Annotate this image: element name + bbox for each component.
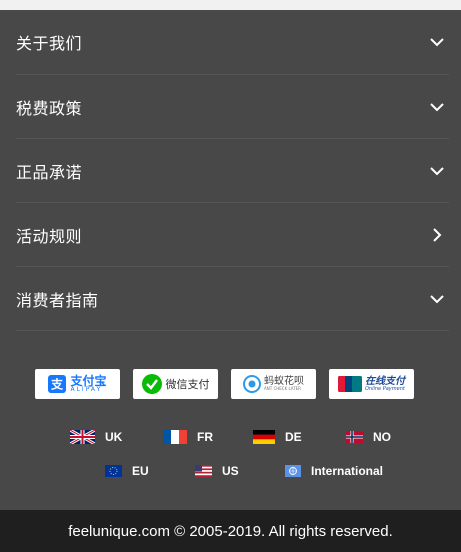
unionpay-text: 在线支付 — [365, 375, 405, 387]
menu-item-tax-policy[interactable]: 税费政策 — [0, 75, 461, 139]
region-uk-link[interactable]: UK — [70, 429, 122, 445]
region-no-link[interactable]: NO — [346, 429, 391, 445]
huabei-logo: 蚂蚁花呗 ANT CHECK LATER — [231, 369, 316, 399]
norway-flag-icon — [346, 431, 363, 443]
unionpay-logo: 在线支付 Online Payment — [329, 369, 414, 399]
region-code: EU — [132, 464, 149, 478]
region-eu-link[interactable]: EU — [105, 463, 149, 479]
top-strip — [0, 0, 461, 10]
wechat-pay-icon — [141, 374, 162, 394]
menu-item-label: 活动规则 — [16, 227, 83, 246]
unionpay-subtext: Online Payment — [365, 385, 405, 392]
germany-flag-icon — [253, 430, 275, 444]
us-flag-icon — [195, 465, 212, 477]
menu-item-consumer-guide[interactable]: 消费者指南 — [0, 267, 461, 331]
huabei-subtext: ANT CHECK LATER — [264, 386, 301, 391]
region-code: UK — [105, 430, 123, 444]
alipay-subtext: ALIPAY — [70, 386, 103, 393]
menu-item-authenticity-promise[interactable]: 正品承诺 — [0, 139, 461, 203]
region-code: DE — [285, 430, 302, 444]
region-code: NO — [373, 430, 391, 444]
copyright-bar: feelunique.com © 2005-2019. All rights r… — [0, 510, 461, 552]
region-code: International — [311, 464, 384, 478]
menu-item-label: 税费政策 — [16, 99, 83, 118]
menu-item-label: 消费者指南 — [16, 291, 99, 310]
huabei-icon — [243, 375, 261, 393]
chevron-right-icon — [433, 228, 442, 242]
region-code: US — [222, 464, 239, 478]
menu-item-label: 关于我们 — [16, 34, 83, 53]
chevron-down-icon — [430, 103, 444, 112]
region-international-link[interactable]: International — [285, 463, 383, 479]
menu-item-about-us[interactable]: 关于我们 — [0, 10, 461, 74]
globe-flag-icon — [285, 465, 301, 477]
menu-item-label: 正品承诺 — [16, 163, 83, 182]
region-code: FR — [197, 430, 213, 444]
menu-item-promotion-rules[interactable]: 活动规则 — [0, 203, 461, 267]
alipay-logo: 支 支付宝 ALIPAY — [35, 369, 120, 399]
chevron-down-icon — [430, 295, 444, 304]
wechat-pay-logo: 微信支付 — [133, 369, 218, 399]
france-flag-icon — [163, 430, 187, 444]
chevron-down-icon — [430, 38, 444, 47]
region-de-link[interactable]: DE — [253, 429, 302, 445]
divider — [16, 330, 449, 331]
footer-panel: 关于我们 税费政策 正品承诺 活动规则 消费者指南 支 支付宝 ALIPAY 微… — [0, 10, 461, 510]
alipay-icon: 支 — [48, 375, 67, 393]
region-fr-link[interactable]: FR — [163, 429, 213, 445]
wechat-pay-text: 微信支付 — [165, 378, 210, 391]
chevron-down-icon — [430, 167, 444, 176]
region-us-link[interactable]: US — [195, 463, 239, 479]
eu-flag-icon — [105, 465, 122, 477]
unionpay-icon — [338, 376, 362, 392]
svg-text:支: 支 — [50, 377, 64, 392]
uk-flag-icon — [70, 430, 95, 444]
copyright-text: feelunique.com © 2005-2019. All rights r… — [68, 522, 393, 540]
